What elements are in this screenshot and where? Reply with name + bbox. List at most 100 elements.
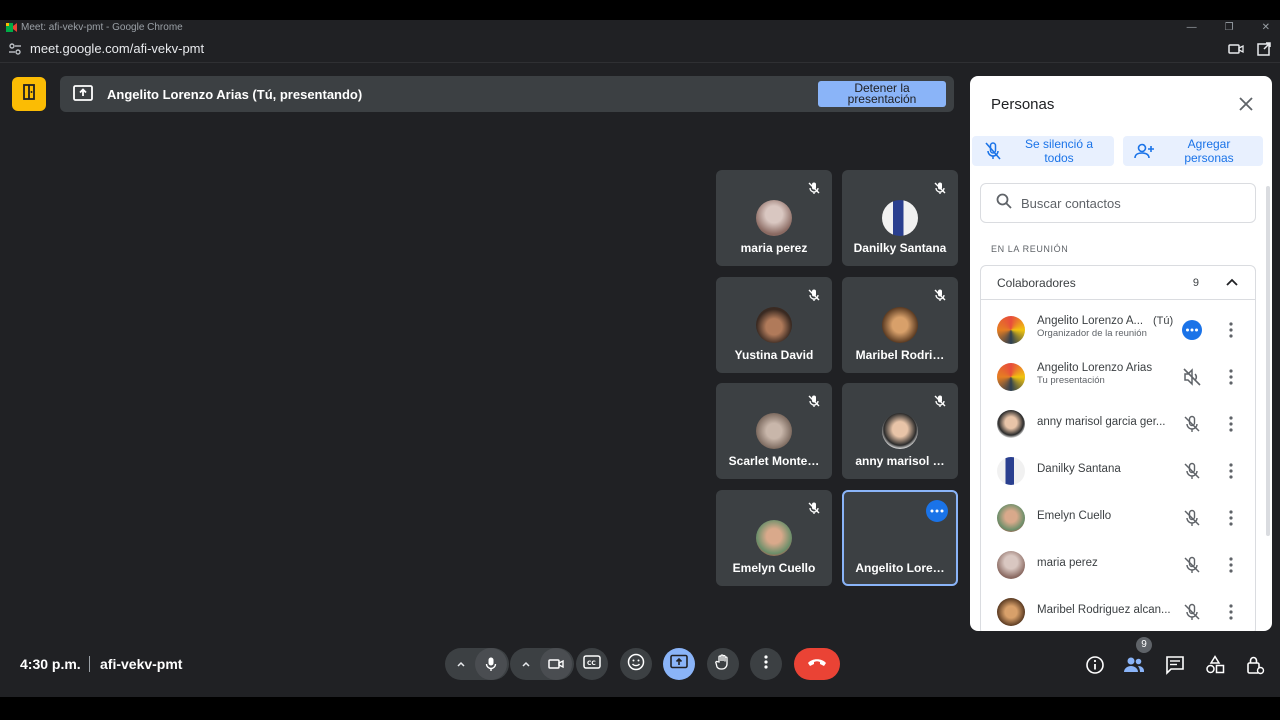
address-bar[interactable]: meet.google.com/afi-vekv-pmt — [0, 35, 1280, 63]
participant-row[interactable]: Danilky Santana — [981, 448, 1257, 494]
hand-icon — [714, 653, 732, 676]
participant-tile[interactable]: maria perez — [716, 170, 832, 266]
minimize-icon[interactable]: — — [1187, 22, 1197, 33]
participant-name: maria perez — [1037, 557, 1098, 569]
participant-tile[interactable]: Yustina David — [716, 277, 832, 373]
avatar — [997, 316, 1025, 344]
mic-off-icon — [930, 178, 950, 198]
participant-name: Yustina David — [734, 348, 814, 362]
chat-button[interactable] — [1163, 653, 1187, 677]
group-name: Colaboradores — [997, 275, 1076, 290]
mute-all-button[interactable]: Se silenció a todos — [972, 136, 1114, 166]
people-button[interactable] — [1122, 653, 1146, 677]
participant-name: Emelyn Cuello — [732, 561, 816, 575]
participant-tile[interactable]: Emelyn Cuello — [716, 490, 832, 586]
svg-text:CC: CC — [587, 660, 596, 667]
kebab-menu-icon[interactable] — [1223, 414, 1239, 434]
avatar — [756, 307, 792, 343]
captions-icon: CC — [583, 654, 601, 674]
meeting-time: 4:30 p.m. — [20, 656, 81, 672]
participant-name: Danilky Santana — [1037, 463, 1121, 475]
kebab-menu-icon[interactable] — [1223, 555, 1239, 575]
microphone-button[interactable] — [475, 648, 507, 680]
avatar — [997, 598, 1025, 626]
close-window-icon[interactable]: ✕ — [1262, 22, 1270, 33]
open-external-icon[interactable] — [1256, 41, 1272, 60]
camera-button[interactable] — [540, 648, 572, 680]
people-count-badge: 9 — [1136, 637, 1152, 653]
presenting-banner: Angelito Lorenzo Arias (Tú, presentando)… — [60, 76, 954, 112]
self-tile[interactable]: Angelito Lore… — [842, 490, 958, 586]
kebab-menu-icon[interactable] — [1223, 461, 1239, 481]
url-text: meet.google.com/afi-vekv-pmt — [30, 41, 205, 56]
close-icon[interactable] — [1236, 94, 1256, 114]
avatar — [882, 200, 918, 236]
kebab-menu-icon[interactable] — [1223, 602, 1239, 622]
participant-tile[interactable]: Scarlet Monte… — [716, 383, 832, 479]
avatar — [997, 457, 1025, 485]
screen-top-edge — [0, 0, 1280, 20]
host-controls-button[interactable] — [1243, 653, 1267, 677]
mic-off-icon — [1181, 460, 1203, 482]
activities-button[interactable] — [1203, 653, 1227, 677]
participant-row[interactable]: Angelito Lorenzo Arias Tu presentación — [981, 354, 1257, 400]
restore-icon[interactable]: ❐ — [1225, 22, 1234, 33]
present-now-button[interactable] — [663, 648, 695, 680]
meeting-activities-button[interactable] — [12, 77, 46, 111]
participant-row[interactable]: Maribel Rodriguez alcan... — [981, 589, 1257, 631]
kebab-menu-icon[interactable] — [1223, 367, 1239, 387]
more-options-icon[interactable] — [1181, 319, 1203, 341]
window-controls: — ❐ ✕ — [1187, 20, 1270, 35]
meet-favicon-icon — [6, 23, 17, 32]
presenting-text: Angelito Lorenzo Arias (Tú, presentando) — [107, 86, 363, 102]
mic-control — [445, 648, 509, 680]
participant-row[interactable]: maria perez — [981, 542, 1257, 588]
site-settings-icon[interactable] — [8, 42, 22, 56]
meeting-details-button[interactable] — [1083, 653, 1107, 677]
participant-name: Maribel Rodriguez alcan... — [1037, 604, 1171, 616]
emoji-icon — [627, 653, 645, 676]
captions-button[interactable]: CC — [576, 648, 608, 680]
door-icon — [21, 83, 37, 106]
participant-row[interactable]: anny marisol garcia ger... — [981, 401, 1257, 447]
avatar — [756, 520, 792, 556]
camera-permission-icon[interactable] — [1228, 41, 1244, 60]
participant-tile[interactable]: anny marisol … — [842, 383, 958, 479]
participant-tile[interactable]: Maribel Rodri… — [842, 277, 958, 373]
participant-row[interactable]: Emelyn Cuello — [981, 495, 1257, 541]
mic-off-icon — [1181, 413, 1203, 435]
search-input[interactable]: Buscar contactos — [980, 183, 1256, 223]
volume-off-icon[interactable] — [1181, 366, 1203, 388]
raise-hand-button[interactable] — [707, 648, 739, 680]
avatar — [997, 363, 1025, 391]
mute-all-label-1: Se silenció a — [1024, 137, 1094, 151]
chevron-up-icon[interactable] — [1225, 275, 1239, 292]
reactions-button[interactable] — [620, 648, 652, 680]
mute-all-label-2: todos — [1044, 151, 1074, 165]
footer-divider — [89, 656, 90, 672]
avatar — [997, 551, 1025, 579]
hang-up-icon — [806, 655, 828, 673]
window-titlebar: Meet: afi-vekv-pmt - Google Chrome — ❐ ✕ — [0, 20, 1280, 35]
participant-row[interactable]: Angelito Lorenzo A... Organizador de la … — [981, 307, 1257, 353]
avatar — [882, 307, 918, 343]
chevron-up-icon[interactable] — [447, 648, 475, 680]
collaborators-header[interactable]: Colaboradores 9 — [981, 266, 1255, 300]
present-screen-icon — [670, 654, 688, 675]
participant-tile[interactable]: Danilky Santana — [842, 170, 958, 266]
meet-stage: Angelito Lorenzo Arias (Tú, presentando)… — [0, 63, 1280, 697]
mic-off-icon — [1181, 601, 1203, 623]
window-title: Meet: afi-vekv-pmt - Google Chrome — [21, 22, 183, 33]
panel-scrollbar[interactable] — [1266, 186, 1270, 536]
more-options-button[interactable] — [750, 648, 782, 680]
add-people-button[interactable]: Agregar personas — [1123, 136, 1263, 166]
stop-presenting-button[interactable]: Detener la presentación — [818, 81, 946, 107]
search-placeholder: Buscar contactos — [1021, 195, 1121, 211]
chevron-up-icon[interactable] — [512, 648, 540, 680]
mic-off-icon — [930, 285, 950, 305]
present-screen-icon — [72, 84, 96, 104]
more-options-icon[interactable] — [926, 500, 948, 522]
leave-call-button[interactable] — [794, 648, 840, 680]
kebab-menu-icon[interactable] — [1223, 508, 1239, 528]
kebab-menu-icon[interactable] — [1223, 320, 1239, 340]
